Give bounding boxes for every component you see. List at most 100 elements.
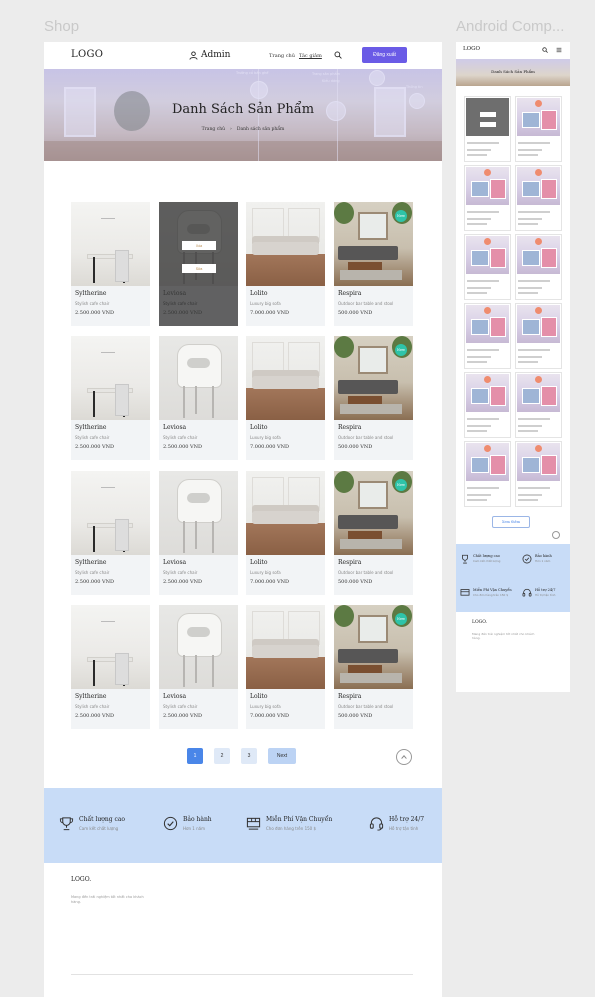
admin-menu[interactable]: Admin	[189, 50, 230, 60]
product-name[interactable]: Respira	[338, 424, 361, 431]
android-product-image[interactable]	[466, 443, 509, 481]
menu-icon[interactable]	[556, 47, 562, 53]
android-product-card[interactable]	[464, 372, 511, 438]
product-card[interactable]: Lolito Luxury big sofa 7.000.000 VND	[246, 605, 325, 729]
product-name[interactable]: Lolito	[250, 424, 267, 431]
product-name[interactable]: Syltherine	[75, 693, 106, 700]
android-product-card[interactable]	[515, 96, 562, 162]
product-name[interactable]: Lolito	[250, 693, 267, 700]
product-card[interactable]: Syltherine Stylish cafe chair 2.500.000 VN…	[71, 202, 150, 326]
product-image[interactable]	[246, 336, 325, 420]
product-description: Luxury big sofa	[250, 570, 281, 575]
admin-label: Admin	[201, 50, 231, 60]
android-product-card[interactable]	[464, 165, 511, 231]
scroll-top-button[interactable]	[396, 749, 412, 765]
android-product-image[interactable]	[466, 236, 509, 274]
product-image[interactable]	[246, 471, 325, 555]
chevron-right-icon: ›	[230, 127, 232, 132]
product-card[interactable]: Lolito Luxury big sofa 7.000.000 VND	[246, 471, 325, 595]
product-name[interactable]: Lolito	[250, 559, 267, 566]
android-product-card[interactable]	[464, 303, 511, 369]
android-product-card[interactable]	[515, 234, 562, 300]
android-logo[interactable]: LOGO	[463, 46, 480, 52]
product-card[interactable]: Syltherine Stylish cafe chair 2.500.000 VN…	[71, 471, 150, 595]
see-more-button[interactable]: Xem thêm	[492, 516, 530, 528]
footer-logo[interactable]: LOGO.	[71, 876, 91, 883]
product-name[interactable]: Respira	[338, 290, 361, 297]
product-name[interactable]: Leviosa	[163, 424, 186, 431]
android-product-image[interactable]	[466, 305, 509, 343]
android-product-image[interactable]	[517, 167, 560, 205]
android-product-image[interactable]	[466, 98, 509, 136]
new-badge: New	[395, 613, 407, 625]
next-page-button[interactable]: Next	[268, 748, 296, 764]
product-name[interactable]: Syltherine	[75, 559, 106, 566]
page-2-button[interactable]: 2	[214, 748, 230, 764]
product-image[interactable]	[246, 202, 325, 286]
page-1-button[interactable]: 1	[187, 748, 203, 764]
product-image[interactable]	[159, 605, 238, 689]
search-icon[interactable]	[542, 47, 548, 53]
android-delete-button[interactable]	[480, 112, 496, 117]
search-icon[interactable]	[334, 51, 342, 59]
product-card[interactable]: Lolito Luxury big sofa 7.000.000 VND	[246, 336, 325, 460]
product-card[interactable]: New Respira Outdoor bar table and stool 500…	[334, 605, 413, 729]
check-circle-icon	[163, 816, 178, 831]
product-card[interactable]: Leviosa Stylish cafe chair 2.500.000 VND	[159, 336, 238, 460]
android-edit-button[interactable]	[480, 122, 496, 127]
android-product-card[interactable]	[464, 96, 511, 162]
android-product-card[interactable]	[515, 441, 562, 507]
edit-button[interactable]: Sửa	[182, 264, 216, 273]
product-name[interactable]: Syltherine	[75, 290, 106, 297]
product-name[interactable]: Respira	[338, 693, 361, 700]
product-image[interactable]	[71, 202, 150, 286]
android-product-card[interactable]	[515, 303, 562, 369]
android-product-image[interactable]	[517, 443, 560, 481]
android-product-image[interactable]	[517, 305, 560, 343]
product-name[interactable]: Leviosa	[163, 693, 186, 700]
product-image[interactable]	[71, 336, 150, 420]
android-footer-logo[interactable]: LOGO.	[472, 620, 487, 625]
product-card[interactable]: Syltherine Stylish cafe chair 2.500.000 VN…	[71, 605, 150, 729]
product-image[interactable]	[246, 605, 325, 689]
android-product-card[interactable]	[515, 372, 562, 438]
android-product-card[interactable]	[464, 234, 511, 300]
android-product-card[interactable]	[464, 441, 511, 507]
android-product-image[interactable]	[517, 374, 560, 412]
product-card[interactable]: Syltherine Stylish cafe chair 2.500.000 VN…	[71, 336, 150, 460]
android-product-image[interactable]	[517, 236, 560, 274]
android-product-image[interactable]	[466, 167, 509, 205]
page-3-button[interactable]: 3	[241, 748, 257, 764]
nav-author[interactable]: Tác giảm	[299, 53, 322, 59]
product-name[interactable]: Leviosa	[163, 559, 186, 566]
product-image[interactable]	[159, 336, 238, 420]
product-image[interactable]	[71, 471, 150, 555]
feature-title: Miễn Phí Vận Chuyển	[266, 816, 333, 823]
android-feature-title: Bảo hành	[535, 554, 552, 558]
android-page-title: Danh Sách Sản Phẩm	[491, 69, 535, 74]
product-card[interactable]: New Respira Outdoor bar table and stool 500…	[334, 471, 413, 595]
product-card[interactable]: Lolito Luxury big sofa 7.000.000 VND	[246, 202, 325, 326]
android-footer-description: Mang đến trải nghiệm tốt nhất cho khách …	[472, 632, 535, 640]
product-name[interactable]: Respira	[338, 559, 361, 566]
product-image[interactable]	[71, 605, 150, 689]
android-feature-sub: Cho đơn hàng trên 150 $	[473, 593, 508, 597]
android-product-image[interactable]	[466, 374, 509, 412]
delete-button[interactable]: Xóa	[182, 241, 216, 250]
android-product-card[interactable]	[515, 165, 562, 231]
product-image[interactable]	[159, 471, 238, 555]
logo[interactable]: LOGO	[71, 49, 103, 60]
logout-button[interactable]: Đăng xuất	[362, 47, 407, 63]
hero-banner: Trường cổ bản ghế Trang sản phẩm Kiểu dá…	[44, 69, 442, 161]
product-name[interactable]: Lolito	[250, 290, 267, 297]
nav-home[interactable]: Trang chủ	[269, 53, 295, 59]
product-name[interactable]: Syltherine	[75, 424, 106, 431]
product-card[interactable]: New Respira Outdoor bar table and stool 500…	[334, 202, 413, 326]
android-product-image[interactable]	[517, 98, 560, 136]
scroll-top-button[interactable]	[552, 531, 560, 539]
product-card[interactable]: LeviosaStylish cafe chair2.500.000 VNDXó…	[159, 202, 238, 326]
product-card[interactable]: Leviosa Stylish cafe chair 2.500.000 VND	[159, 605, 238, 729]
product-card[interactable]: Leviosa Stylish cafe chair 2.500.000 VND	[159, 471, 238, 595]
breadcrumb-home[interactable]: Trang chủ	[202, 127, 225, 132]
product-card[interactable]: New Respira Outdoor bar table and stool 500…	[334, 336, 413, 460]
